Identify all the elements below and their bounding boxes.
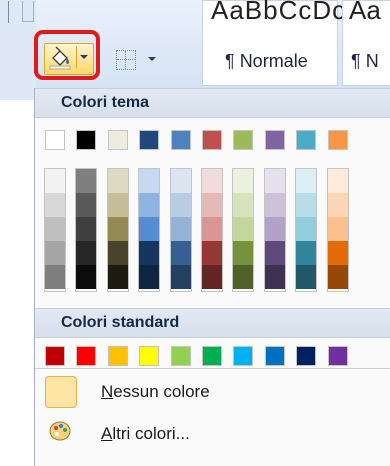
theme-color-shade[interactable] [171, 193, 191, 217]
theme-color-swatch[interactable] [76, 130, 96, 150]
theme-color-swatch[interactable] [139, 130, 159, 150]
style-name-next: N [365, 51, 379, 71]
standard-color-swatch[interactable] [45, 346, 65, 366]
theme-color-shade[interactable] [108, 193, 128, 217]
theme-color-swatch[interactable] [108, 130, 128, 150]
theme-color-shade[interactable] [76, 217, 96, 241]
theme-color-shade[interactable] [139, 193, 159, 217]
theme-color-shade[interactable] [296, 217, 316, 241]
theme-colors-header: Colori tema [35, 88, 390, 118]
theme-color-swatch[interactable] [45, 130, 65, 150]
theme-color-shade[interactable] [202, 169, 222, 193]
theme-color-swatch[interactable] [233, 130, 253, 150]
theme-color-shade[interactable] [233, 193, 253, 217]
ribbon-left-edge [0, 0, 36, 100]
theme-color-shade[interactable] [296, 193, 316, 217]
theme-color-shade[interactable] [233, 217, 253, 241]
theme-colors-title: Colori tema [61, 94, 150, 111]
more-colors-command[interactable]: Altri colori... [35, 414, 390, 454]
theme-color-shade[interactable] [202, 241, 222, 265]
no-color-command[interactable]: Nessun colore [35, 372, 390, 412]
theme-color-shade[interactable] [296, 265, 316, 289]
theme-color-shade[interactable] [233, 265, 253, 289]
paragraph-mark-icon: ¶ [225, 51, 235, 71]
theme-color-shade[interactable] [265, 193, 285, 217]
theme-color-shade[interactable] [328, 265, 348, 289]
no-color-icon [45, 376, 77, 408]
standard-color-swatch[interactable] [171, 346, 191, 366]
theme-color-shade[interactable] [265, 217, 285, 241]
theme-color-swatch[interactable] [171, 130, 191, 150]
theme-color-shade[interactable] [139, 169, 159, 193]
standard-color-swatch[interactable] [139, 346, 159, 366]
style-next[interactable]: Aa ¶ N [342, 0, 390, 86]
theme-color-shade[interactable] [108, 217, 128, 241]
standard-colors-title: Colori standard [61, 314, 180, 331]
theme-color-shade[interactable] [265, 241, 285, 265]
no-color-label: Nessun colore [101, 382, 210, 401]
ribbon-divider [8, 1, 9, 23]
menu-separator [35, 368, 390, 369]
theme-color-shade[interactable] [233, 241, 253, 265]
theme-color-shade[interactable] [265, 169, 285, 193]
theme-color-shade[interactable] [328, 241, 348, 265]
theme-color-shade[interactable] [171, 169, 191, 193]
theme-color-shade[interactable] [328, 169, 348, 193]
theme-color-shade[interactable] [76, 169, 96, 193]
theme-color-shade[interactable] [108, 265, 128, 289]
theme-color-shade[interactable] [202, 217, 222, 241]
theme-color-shade[interactable] [296, 169, 316, 193]
standard-color-swatch[interactable] [265, 346, 285, 366]
theme-color-shade[interactable] [139, 241, 159, 265]
theme-color-shade[interactable] [171, 217, 191, 241]
theme-color-shade[interactable] [45, 265, 65, 289]
theme-color-shade[interactable] [76, 193, 96, 217]
theme-color-shade[interactable] [265, 265, 285, 289]
standard-color-swatch[interactable] [108, 346, 128, 366]
theme-color-swatch[interactable] [328, 130, 348, 150]
theme-color-shade[interactable] [171, 241, 191, 265]
standard-color-swatch[interactable] [296, 346, 316, 366]
standard-color-swatch[interactable] [76, 346, 96, 366]
standard-color-swatch[interactable] [202, 346, 222, 366]
theme-color-swatch[interactable] [202, 130, 222, 150]
theme-color-shade[interactable] [202, 265, 222, 289]
ribbon-control-fragment [22, 1, 34, 22]
theme-color-swatch[interactable] [265, 130, 285, 150]
palette-icon [49, 421, 71, 441]
theme-color-shade[interactable] [45, 193, 65, 217]
style-preview-text: AaBbCcDc [211, 0, 347, 25]
style-normale[interactable]: AaBbCcDc ¶ Normale [202, 0, 345, 86]
standard-colors-header: Colori standard [35, 308, 390, 338]
theme-color-shade[interactable] [76, 241, 96, 265]
theme-color-shade[interactable] [139, 217, 159, 241]
style-label: ¶ Normale [225, 51, 308, 72]
theme-color-shade[interactable] [139, 265, 159, 289]
theme-color-shade[interactable] [45, 241, 65, 265]
theme-color-shade[interactable] [328, 193, 348, 217]
theme-color-shade[interactable] [328, 217, 348, 241]
theme-color-shade[interactable] [108, 169, 128, 193]
theme-color-shade[interactable] [233, 169, 253, 193]
shading-button-highlight [34, 30, 100, 80]
theme-color-swatch[interactable] [296, 130, 316, 150]
borders-icon [116, 50, 136, 70]
theme-color-shade[interactable] [171, 265, 191, 289]
paragraph-mark-icon: ¶ [351, 51, 361, 71]
more-colors-label: Altri colori... [101, 424, 190, 443]
standard-color-swatch[interactable] [233, 346, 253, 366]
chevron-down-icon[interactable] [148, 57, 156, 61]
theme-color-shade[interactable] [45, 217, 65, 241]
style-label-next: ¶ N [351, 51, 379, 72]
theme-color-shade[interactable] [108, 241, 128, 265]
standard-color-swatch[interactable] [328, 346, 348, 366]
theme-color-shade[interactable] [76, 265, 96, 289]
theme-color-shade[interactable] [202, 193, 222, 217]
theme-color-shade[interactable] [45, 169, 65, 193]
borders-button[interactable] [116, 47, 164, 73]
theme-color-shade[interactable] [296, 241, 316, 265]
style-name: Normale [239, 51, 308, 71]
color-dropdown-menu: Colori tema Colori standard Nessun color… [34, 88, 390, 466]
style-preview-text-next: Aa [349, 0, 381, 25]
